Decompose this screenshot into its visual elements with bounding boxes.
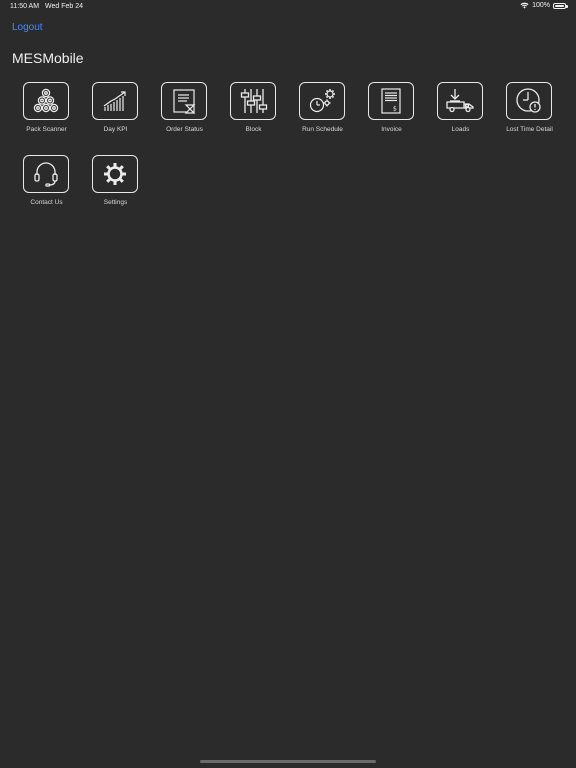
sliders-icon [240, 89, 268, 113]
tile-label: Settings [103, 199, 128, 206]
status-time: 11:50 AM [10, 3, 40, 10]
status-indicators: 100% [520, 2, 568, 9]
clock-alert-icon [516, 88, 541, 113]
status-date: Wed Feb 24 [45, 3, 84, 10]
gear-icon [104, 163, 126, 185]
chart-up-icon [103, 91, 126, 111]
tile-order-status-box[interactable] [161, 82, 207, 120]
home-indicator[interactable] [200, 760, 376, 763]
tile-invoice[interactable]: $ Invoice [357, 82, 426, 148]
truck-download-icon [446, 89, 474, 113]
tile-lost-time-detail-box[interactable] [506, 82, 552, 120]
pack-scanner-icon [33, 88, 59, 113]
clock-gears-icon [309, 89, 335, 113]
tile-loads-box[interactable] [437, 82, 483, 120]
invoice-icon: $ [381, 88, 401, 114]
tile-block[interactable]: Block [219, 82, 288, 148]
battery-icon [553, 2, 568, 9]
tile-day-kpi[interactable]: Day KPI [81, 82, 150, 148]
tile-lost-time-detail[interactable]: Lost Time Detail [495, 82, 564, 148]
tile-order-status[interactable]: Order Status [150, 82, 219, 148]
tile-settings[interactable]: Settings [81, 155, 150, 221]
tile-contact-us-box[interactable] [23, 155, 69, 193]
tile-block-box[interactable] [230, 82, 276, 120]
wifi-icon [520, 2, 529, 9]
tile-run-schedule-box[interactable] [299, 82, 345, 120]
tile-invoice-box[interactable]: $ [368, 82, 414, 120]
tile-contact-us[interactable]: Contact Us [12, 155, 81, 221]
tile-pack-scanner[interactable]: Pack Scanner [12, 82, 81, 148]
status-bar: 11:50 AM Wed Feb 24 100% [0, 0, 576, 14]
tile-loads[interactable]: Loads [426, 82, 495, 148]
tile-pack-scanner-box[interactable] [23, 82, 69, 120]
page-title: MESMobile [12, 50, 84, 66]
battery-percent: 100% [532, 2, 550, 9]
headset-icon [34, 162, 58, 187]
svg-text:$: $ [393, 106, 397, 113]
logout-link[interactable]: Logout [12, 22, 43, 33]
tile-label: Lost Time Detail [506, 126, 553, 133]
tile-day-kpi-box[interactable] [92, 82, 138, 120]
tile-settings-box[interactable] [92, 155, 138, 193]
order-status-icon [173, 89, 196, 114]
tile-run-schedule[interactable]: Run Schedule [288, 82, 357, 148]
